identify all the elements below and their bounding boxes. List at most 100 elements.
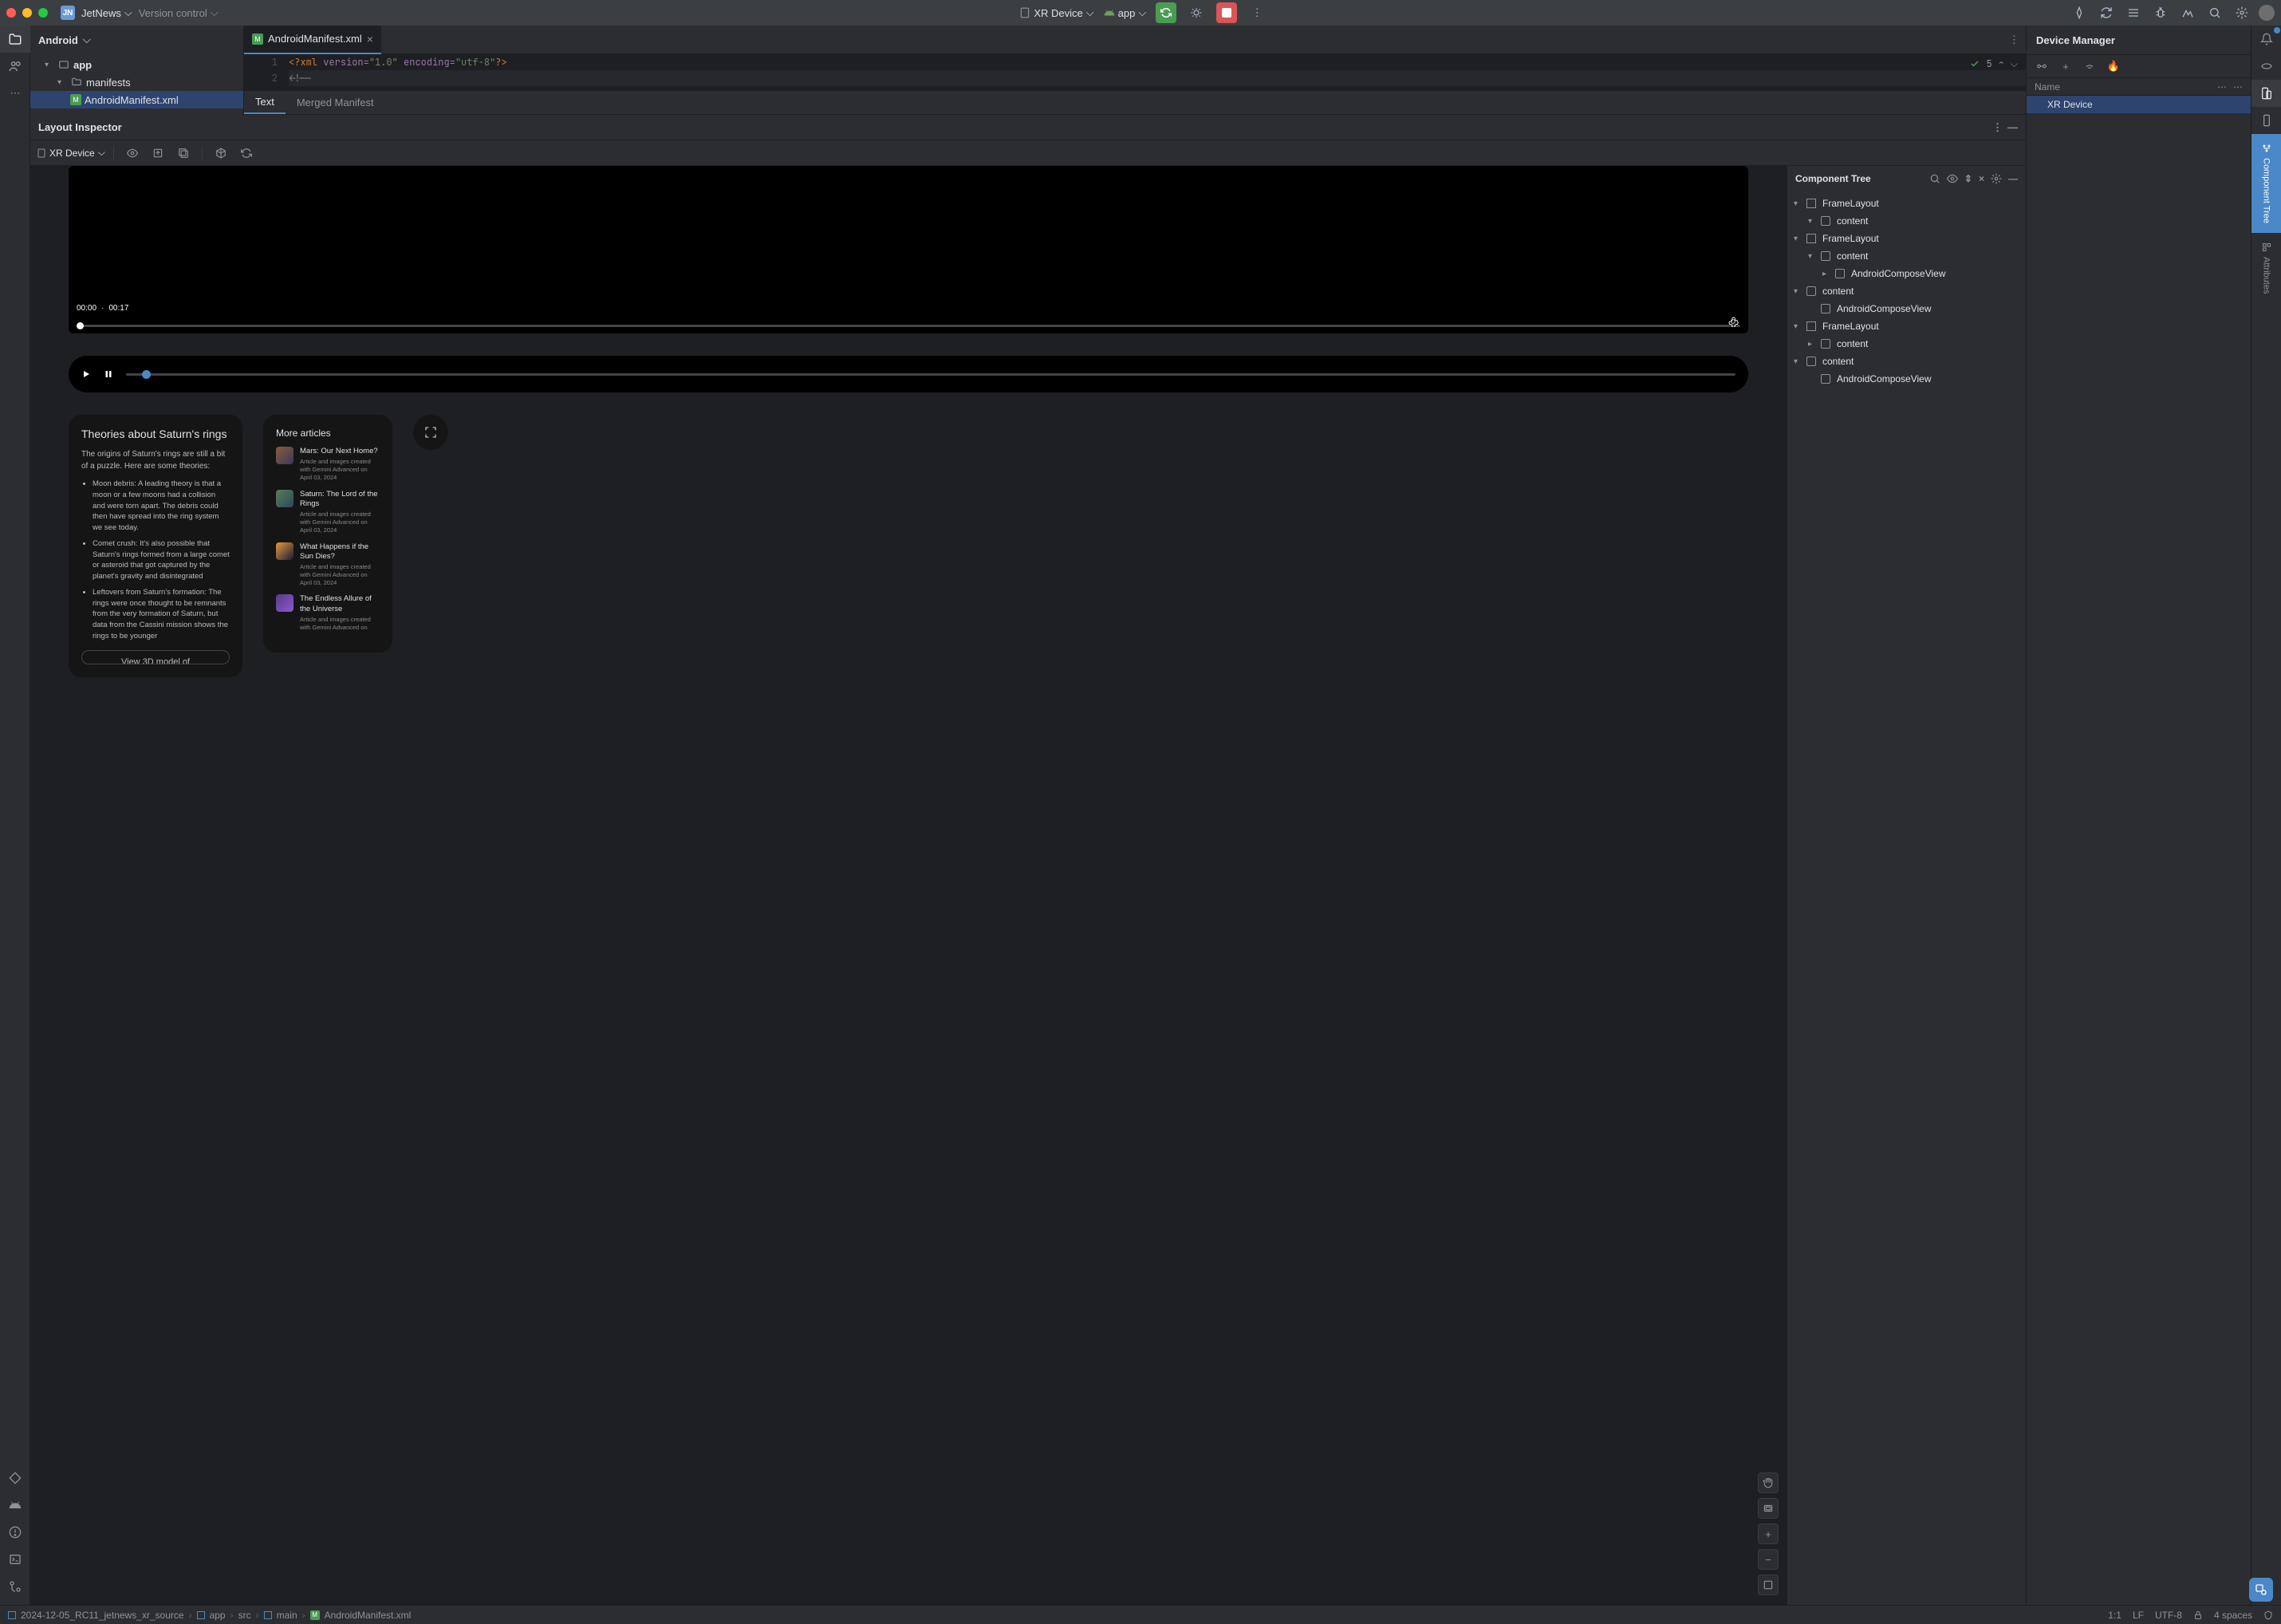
article-item[interactable]: The Endless Allure of the Universe Artic… (276, 594, 380, 631)
video-settings-button[interactable] (1727, 316, 1739, 327)
zoom-out[interactable]: − (1758, 1549, 1779, 1570)
debug-button[interactable] (1186, 2, 1207, 23)
settings-button[interactable] (2232, 2, 2252, 23)
chevron-up-icon[interactable]: ⌃ (1999, 57, 2004, 70)
breadcrumb[interactable]: main (277, 1610, 297, 1621)
search-button[interactable] (2204, 2, 2225, 23)
kebab-icon[interactable]: ⋮ (1992, 121, 2003, 134)
filter-icon[interactable] (1947, 173, 1958, 184)
run-config-selector[interactable]: app ⌵ (1104, 6, 1147, 19)
readonly-indicator[interactable] (2193, 1610, 2203, 1620)
vcs-dropdown[interactable]: Version control ⌵ (139, 6, 219, 19)
layer-tool[interactable] (1758, 1498, 1779, 1519)
file-encoding[interactable]: UTF-8 (2155, 1610, 2182, 1621)
floating-action-button[interactable] (2249, 1578, 2273, 1602)
vcs-button[interactable] (0, 1573, 30, 1600)
breadcrumb[interactable]: app (210, 1610, 226, 1621)
debug-attach-button[interactable] (2150, 2, 2171, 23)
audio-scrubber[interactable] (126, 373, 1735, 376)
readonly-toggle[interactable] (2263, 1610, 2273, 1620)
component-tree-row[interactable]: ▾content (1787, 212, 2026, 230)
chevron-down-icon[interactable]: ⌵ (2011, 57, 2018, 70)
editor-inspections[interactable]: 5 ⌃ ⌵ (1970, 57, 2018, 70)
tab-component-tree[interactable]: Component Tree (2251, 134, 2281, 233)
rerun-button[interactable] (1156, 2, 1176, 23)
zoom-fit[interactable] (1758, 1575, 1779, 1595)
component-tree-row[interactable]: ▾FrameLayout (1787, 195, 2026, 212)
project-dropdown[interactable]: JetNews ⌵ (81, 6, 132, 19)
expand-button[interactable] (413, 415, 448, 450)
toggle-live-updates[interactable] (122, 143, 143, 164)
indent-indicator[interactable]: 4 spaces (2214, 1610, 2252, 1621)
zoom-in[interactable]: + (1758, 1523, 1779, 1544)
profile-button[interactable] (2177, 2, 2198, 23)
video-player[interactable]: 00:00 · 00:17 (69, 166, 1748, 333)
cursor-position[interactable]: 1:1 (2108, 1610, 2121, 1621)
refresh-inspector[interactable] (236, 143, 257, 164)
code-editor[interactable]: 1 2 <?xml version="1.0" encoding="utf-8"… (244, 54, 2026, 90)
more-actions[interactable]: ⋮ (1247, 2, 1267, 23)
gradle-button[interactable] (2251, 53, 2281, 80)
video-scrubber[interactable] (77, 325, 1740, 327)
maximize-window[interactable] (38, 8, 48, 18)
add-device-button[interactable]: + (2055, 56, 2076, 77)
close-icon[interactable]: × (367, 33, 373, 45)
breadcrumb[interactable]: 2024-12-05_RC11_jetnews_xr_source (21, 1610, 184, 1621)
bookmarks-button[interactable] (0, 1464, 30, 1492)
minimize-icon[interactable]: — (2008, 173, 2018, 184)
tab-attributes[interactable]: Attributes (2251, 233, 2281, 303)
toggle-overlay[interactable] (173, 143, 194, 164)
editor-tab-menu[interactable]: ⋮ (2003, 34, 2026, 46)
project-panel-header[interactable]: Android ⌵ (30, 26, 243, 54)
build-variants-button[interactable] (0, 1492, 30, 1519)
minimize-icon[interactable]: — (2007, 121, 2018, 134)
running-devices-button[interactable] (2251, 107, 2281, 134)
component-tree-row[interactable]: AndroidComposeView (1787, 370, 2026, 388)
wifi-pairing-button[interactable] (2079, 56, 2100, 77)
stop-button[interactable] (1216, 2, 1237, 23)
tree-manifest-file[interactable]: M AndroidManifest.xml (30, 91, 243, 108)
minimize-window[interactable] (22, 8, 32, 18)
more-tools-button[interactable]: ⋯ (0, 80, 30, 107)
article-item[interactable]: Mars: Our Next Home? Article and images … (276, 447, 380, 482)
close-icon[interactable]: × (1979, 173, 1984, 184)
structure-button[interactable] (2123, 2, 2144, 23)
line-separator[interactable]: LF (2133, 1610, 2144, 1621)
component-tree-row[interactable]: AndroidComposeView (1787, 300, 2026, 317)
component-tree-row[interactable]: ▾content (1787, 247, 2026, 265)
project-tool-button[interactable] (0, 26, 30, 53)
sync-button[interactable] (2096, 2, 2117, 23)
breadcrumb[interactable]: AndroidManifest.xml (325, 1610, 412, 1621)
subtab-merged-manifest[interactable]: Merged Manifest (286, 91, 385, 114)
heat-button[interactable]: 🔥 (2103, 56, 2124, 77)
code-with-me[interactable] (2069, 2, 2090, 23)
toggle-3d[interactable] (211, 143, 231, 164)
audio-player[interactable] (69, 356, 1748, 392)
pause-button[interactable] (104, 369, 115, 379)
tree-manifests-folder[interactable]: ▾ manifests (30, 73, 243, 91)
expand-all-icon[interactable]: ⇕ (1964, 173, 1972, 184)
breadcrumb[interactable]: src (238, 1610, 251, 1621)
user-avatar[interactable] (2259, 5, 2275, 21)
notifications-button[interactable] (2251, 26, 2281, 53)
component-tree-row[interactable]: ▾FrameLayout (1787, 230, 2026, 247)
component-tree-row[interactable]: ▾FrameLayout (1787, 317, 2026, 335)
play-button[interactable] (81, 369, 93, 379)
resource-manager-button[interactable] (0, 53, 30, 80)
component-tree-row[interactable]: ▾content (1787, 282, 2026, 300)
terminal-button[interactable] (0, 1546, 30, 1573)
device-selector[interactable]: XR Device ⌵ (1019, 6, 1093, 19)
article-item[interactable]: Saturn: The Lord of the Rings Article an… (276, 490, 380, 534)
editor-tab-manifest[interactable]: M AndroidManifest.xml × (244, 26, 381, 54)
device-manager-button[interactable] (2251, 80, 2281, 107)
inspector-viewport[interactable]: 00:00 · 00:17 (30, 166, 1787, 1605)
component-tree-row[interactable]: ▾content (1787, 353, 2026, 370)
pair-devices-button[interactable] (2031, 56, 2052, 77)
gear-icon[interactable] (1991, 173, 2002, 184)
snapshot-export[interactable] (148, 143, 168, 164)
article-item[interactable]: What Happens if the Sun Dies? Article an… (276, 542, 380, 587)
li-device-selector[interactable]: XR Device ⌵ (37, 147, 105, 159)
search-icon[interactable] (1929, 173, 1940, 184)
device-row[interactable]: XR Device (2027, 96, 2251, 113)
tree-app-module[interactable]: ▾ app (30, 56, 243, 73)
